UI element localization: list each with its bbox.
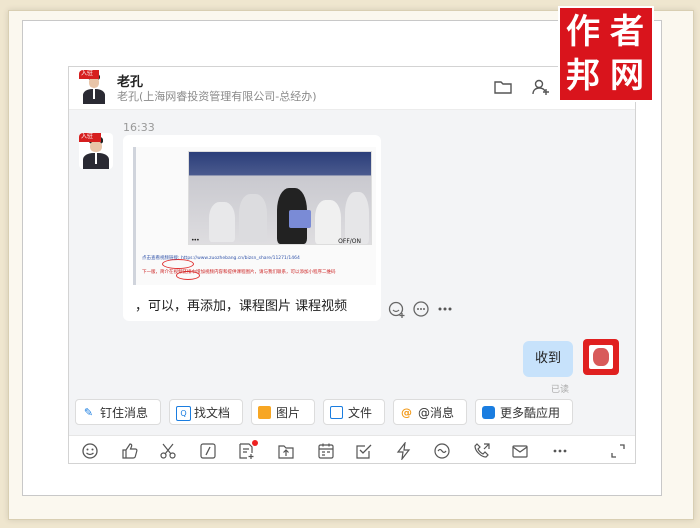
expand-icon[interactable] [609,442,627,460]
logo-char: 网 [610,56,644,96]
scissors-icon[interactable] [159,442,177,460]
input-toolbar [69,435,635,463]
avatar-tag: 入驻 [79,133,102,143]
image-link-text: 点击查看视频链接: https://www.zuozhebang.cn/bizs… [142,256,300,261]
my-message-bubble[interactable]: 收到 [523,341,573,377]
search-doc-icon: Q [176,406,191,421]
message-image[interactable]: OFF/ON ••• 点击查看视频链接: https://www.zuozheb… [133,147,376,285]
pin-icon: ✎ [83,406,94,419]
thumbs-up-icon[interactable] [121,442,139,460]
more-icon[interactable] [551,442,569,460]
chat-bubble-icon[interactable] [433,442,451,460]
image-button[interactable]: 图片 [251,399,315,425]
lightning-icon[interactable] [395,442,413,460]
upload-folder-icon[interactable] [277,442,295,460]
reaction-icon[interactable] [387,299,407,319]
at-message-button[interactable]: @ @消息 [393,399,467,425]
calendar-icon[interactable] [317,442,335,460]
logo-char: 者 [610,12,644,52]
pin-message-label: 钉住消息 [100,406,149,420]
avatar-tag: 入驻 [79,70,99,79]
my-avatar[interactable] [583,339,619,375]
find-doc-button[interactable]: Q 找文档 [169,399,243,425]
message-text: ，可以，再添加，课程图片 课程视频 [135,299,348,314]
file-label: 文件 [348,406,373,420]
pin-message-button[interactable]: ✎ 钉住消息 [75,399,161,425]
image-note-text: 下一版，简介在视频链接中增加视频内容和提供课程图片，请与我们联系，可以添加小程序… [142,270,336,275]
image-label: 图片 [276,406,301,420]
add-member-icon[interactable] [531,77,551,97]
photo-dots: ••• [191,237,200,244]
chat-header: 入驻 老孔 老孔(上海网睿投资管理有限公司-总经办) [69,67,635,110]
quick-actions-bar: ✎ 钉住消息 Q 找文档 图片 文件 @ @消息 更多酷应用 [69,393,635,429]
logo-char: 邦 [566,56,600,96]
file-button[interactable]: 文件 [323,399,385,425]
more-apps-label: 更多酷应用 [500,406,561,420]
apps-icon [482,406,495,419]
notification-dot [252,440,258,446]
classroom-photo: OFF/ON ••• [188,151,372,245]
find-doc-label: 找文档 [194,406,231,420]
message-timestamp: 16:33 [123,121,155,134]
more-icon[interactable] [435,299,455,319]
photo-watermark: OFF/ON [338,238,361,245]
todo-check-icon[interactable] [355,442,373,460]
chat-window: 入驻 老孔 老孔(上海网睿投资管理有限公司-总经办) 入驻 16:33 OFF/… [68,66,636,464]
slash-command-icon[interactable] [199,442,217,460]
phone-call-icon[interactable] [473,442,491,460]
sender-avatar[interactable]: 入驻 [79,133,113,169]
folder-icon[interactable] [493,77,513,97]
emoji-icon[interactable] [81,442,99,460]
folder-icon [330,406,343,419]
logo-char: 作 [566,12,600,52]
reply-icon[interactable] [411,299,431,319]
image-icon [258,406,271,419]
at-message-label: @消息 [418,406,455,420]
message-bubble[interactable]: OFF/ON ••• 点击查看视频链接: https://www.zuozheb… [123,135,381,321]
contact-avatar[interactable]: 入驻 [79,70,109,104]
contact-org: 老孔(上海网睿投资管理有限公司-总经办) [117,90,317,103]
mail-icon[interactable] [511,442,529,460]
more-apps-button[interactable]: 更多酷应用 [475,399,573,425]
at-icon: @ [401,406,412,419]
zuozhebang-logo: 作 者 邦 网 [558,6,654,102]
